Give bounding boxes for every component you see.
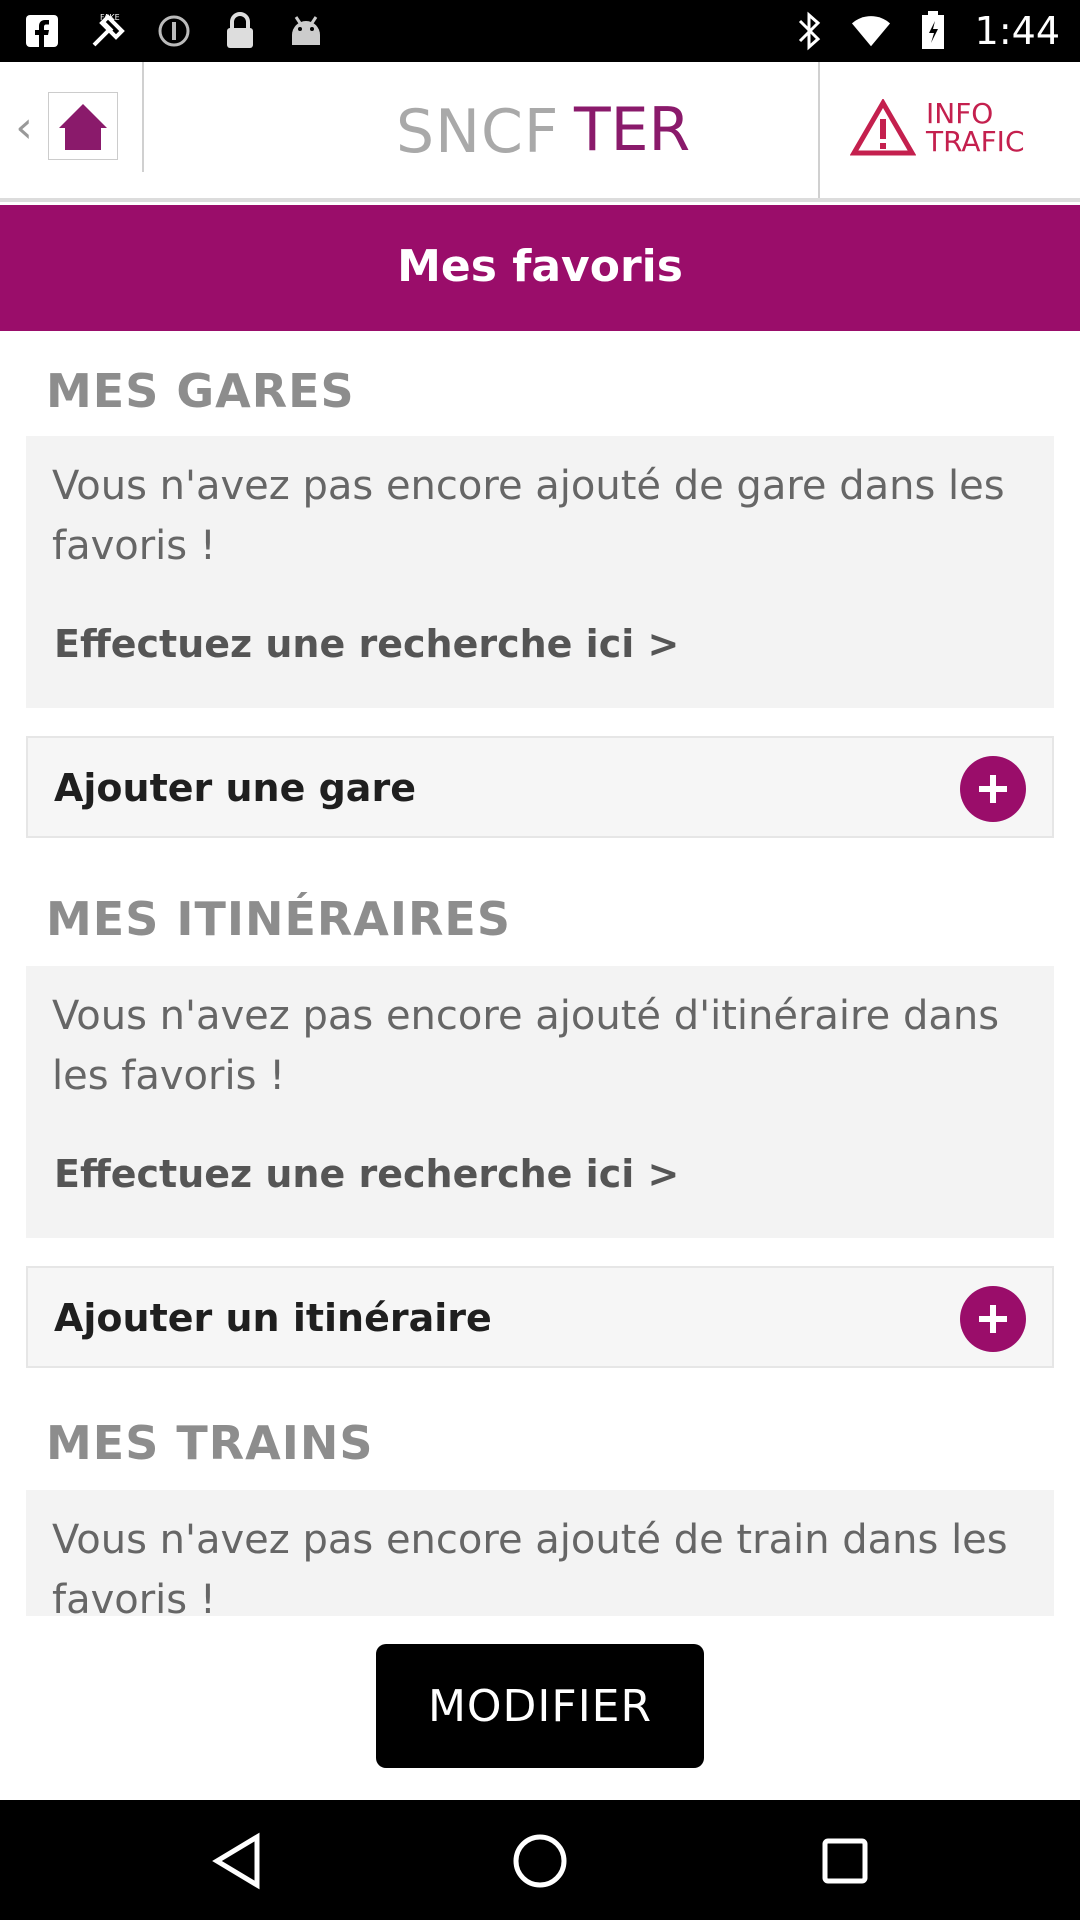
status-bar: FAKE 1:44 bbox=[0, 0, 1080, 62]
wifi-icon bbox=[851, 11, 891, 51]
alert-circle-icon bbox=[154, 11, 194, 51]
plus-icon bbox=[960, 756, 1026, 822]
add-station-label: Ajouter une gare bbox=[54, 766, 416, 810]
title-band: Mes favoris bbox=[0, 205, 1080, 331]
bluetooth-icon bbox=[789, 11, 829, 51]
empty-state-text-trains: Vous n'avez pas encore ajouté de train d… bbox=[52, 1517, 1008, 1616]
favorites-content[interactable]: MES GARES Vous n'avez pas encore ajouté … bbox=[0, 332, 1080, 1616]
header-divider bbox=[142, 62, 144, 172]
plus-icon bbox=[960, 1286, 1026, 1352]
fake-gps-icon: FAKE bbox=[88, 11, 128, 51]
status-icons-right: 1:44 bbox=[789, 8, 1060, 54]
nav-recents-button[interactable] bbox=[810, 1826, 880, 1896]
top-header: ‹ SNCF TER INFO TRAFIC bbox=[0, 62, 1080, 202]
android-icon bbox=[286, 11, 326, 51]
svg-text:FAKE: FAKE bbox=[100, 13, 120, 22]
facebook-icon bbox=[22, 11, 62, 51]
logo-ter: TER bbox=[574, 95, 691, 165]
add-station-button[interactable]: Ajouter une gare bbox=[26, 736, 1054, 838]
clock: 1:44 bbox=[974, 9, 1060, 53]
empty-state-box-gares: Vous n'avez pas encore ajouté de gare da… bbox=[26, 436, 1054, 708]
search-link-itineraires[interactable]: Effectuez une recherche ici > bbox=[54, 1152, 679, 1196]
home-circle-icon bbox=[513, 1834, 567, 1888]
info-trafic-button[interactable]: INFO TRAFIC bbox=[850, 96, 1044, 160]
back-triangle-icon bbox=[212, 1832, 260, 1890]
back-chevron-icon[interactable]: ‹ bbox=[10, 102, 38, 153]
lock-icon bbox=[220, 11, 260, 51]
page-title: Mes favoris bbox=[397, 241, 683, 292]
header-divider bbox=[818, 62, 820, 198]
bottom-app-bar bbox=[0, 1800, 1080, 1920]
home-button[interactable] bbox=[48, 92, 118, 160]
add-itinerary-label: Ajouter un itinéraire bbox=[54, 1296, 492, 1340]
warning-icon bbox=[850, 99, 916, 156]
section-heading-gares: MES GARES bbox=[46, 364, 355, 418]
section-heading-trains: MES TRAINS bbox=[46, 1416, 374, 1470]
section-heading-itineraires: MES ITINÉRAIRES bbox=[46, 892, 511, 946]
logo-sncf: SNCF bbox=[396, 97, 560, 167]
modify-button[interactable]: MODIFIER bbox=[376, 1644, 704, 1768]
recents-square-icon bbox=[822, 1838, 868, 1884]
home-icon bbox=[59, 104, 107, 150]
battery-icon bbox=[913, 11, 953, 51]
empty-state-text-itineraires: Vous n'avez pas encore ajouté d'itinérai… bbox=[52, 993, 1000, 1099]
add-itinerary-button[interactable]: Ajouter un itinéraire bbox=[26, 1266, 1054, 1368]
nav-home-button[interactable] bbox=[505, 1826, 575, 1896]
nav-back-button[interactable] bbox=[202, 1826, 272, 1896]
search-link-gares[interactable]: Effectuez une recherche ici > bbox=[54, 622, 679, 666]
empty-state-box-trains: Vous n'avez pas encore ajouté de train d… bbox=[26, 1490, 1054, 1616]
empty-state-text-gares: Vous n'avez pas encore ajouté de gare da… bbox=[52, 463, 1005, 569]
status-icons-left: FAKE bbox=[22, 8, 326, 54]
empty-state-box-itineraires: Vous n'avez pas encore ajouté d'itinérai… bbox=[26, 966, 1054, 1238]
info-trafic-label: INFO TRAFIC bbox=[926, 97, 1025, 158]
